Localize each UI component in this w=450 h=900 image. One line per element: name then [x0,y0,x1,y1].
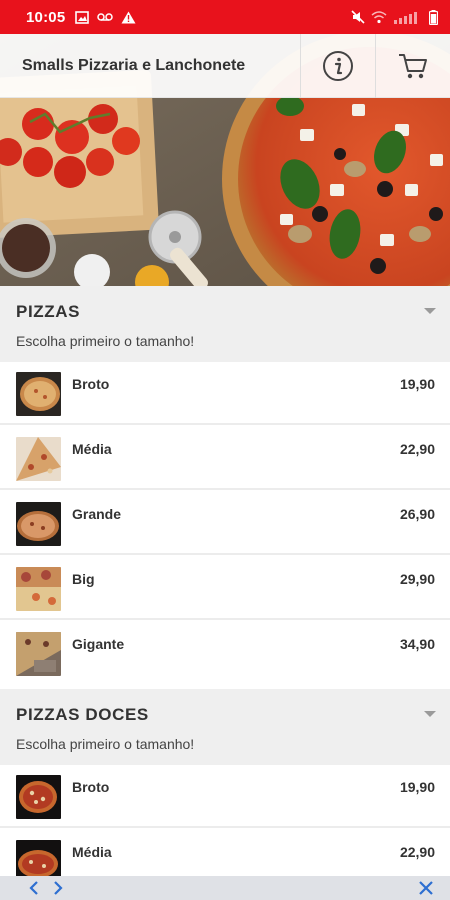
pizza-thumbnail [16,502,61,546]
chevron-down-icon[interactable] [424,308,436,314]
section-subtitle: Escolha primeiro o tamanho! [16,736,195,752]
menu-item-pizza-grande[interactable]: Grande 26,90 [0,492,450,555]
info-button[interactable] [300,33,375,98]
mute-icon [351,10,365,24]
item-name: Média [72,441,112,457]
item-price: 22,90 [399,441,435,457]
status-left-icons [75,10,136,24]
section-title: PIZZAS DOCES [16,705,149,724]
item-price: 22,90 [399,844,435,860]
item-price: 29,90 [399,571,435,587]
section-title: PIZZAS [16,302,81,321]
cart-button[interactable] [375,33,450,98]
section-header-pizzas[interactable]: PIZZAS Escolha primeiro o tamanho! [0,286,450,362]
nav-arrows [28,880,64,896]
battery-icon [429,9,438,25]
pizza-thumbnail [16,775,61,819]
info-icon [323,50,353,81]
menu-item-pizza-media[interactable]: Média 22,90 [0,427,450,490]
item-price: 19,90 [399,376,435,392]
status-right-icons [351,9,438,25]
close-icon[interactable] [418,880,434,896]
signal-icon [394,11,417,24]
item-name: Broto [72,779,110,795]
item-price: 19,90 [399,779,435,795]
pizza-thumbnail [16,567,61,611]
menu-item-doce-broto[interactable]: Broto 19,90 [0,765,450,828]
pizza-thumbnail [16,632,61,676]
menu-item-pizza-big[interactable]: Big 29,90 [0,557,450,620]
menu-item-pizza-broto[interactable]: Broto 19,90 [0,362,450,425]
chevron-right-icon[interactable] [52,880,64,896]
menu-item-pizza-gigante[interactable]: Gigante 34,90 [0,622,450,685]
item-price: 34,90 [399,636,435,652]
section-header-pizzas-doces[interactable]: PIZZAS DOCES Escolha primeiro o tamanho! [0,689,450,765]
item-name: Grande [72,506,122,522]
chevron-left-icon[interactable] [28,880,40,896]
item-price: 26,90 [399,506,435,522]
status-time: 10:05 [26,8,66,26]
item-name: Gigante [72,636,125,652]
chevron-down-icon[interactable] [424,711,436,717]
item-name: Média [72,844,112,860]
wifi-icon [371,10,387,23]
warning-icon [121,11,136,23]
app-header: Smalls Pizzaria e Lanchonete [0,33,450,98]
item-name: Big [72,571,95,587]
image-icon [75,10,90,24]
cart-icon [399,53,427,78]
status-bar: 10:05 [0,0,450,34]
page-title: Smalls Pizzaria e Lanchonete [22,56,246,74]
voicemail-icon [97,13,114,21]
pizza-thumbnail [16,437,61,481]
item-name: Broto [72,376,110,392]
section-subtitle: Escolha primeiro o tamanho! [16,333,195,349]
bottom-navigation-bar [0,876,450,900]
pizza-thumbnail [16,372,61,416]
